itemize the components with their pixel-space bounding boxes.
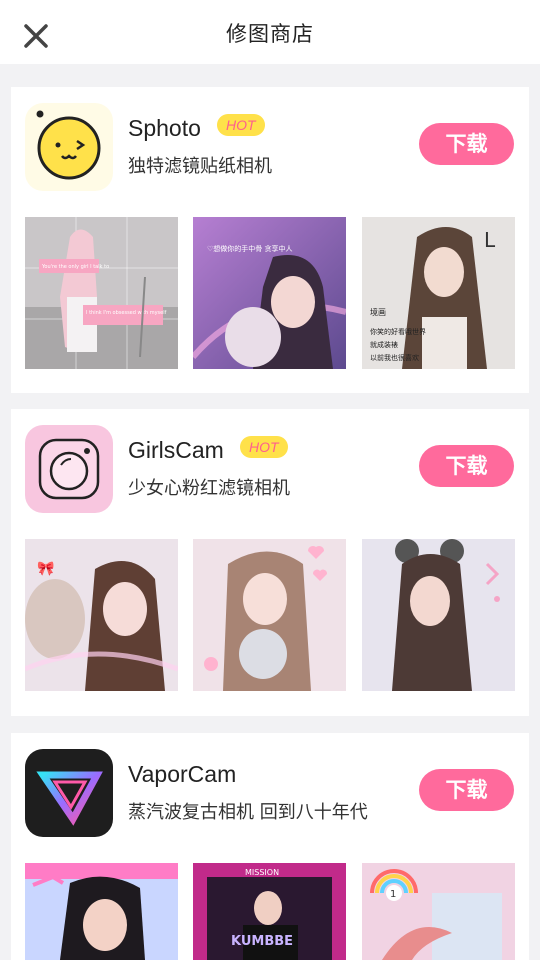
girlscam-app-icon [25,425,113,513]
app-card-girlscam[interactable]: GirlsCam HOT 少女心粉红滤镜相机 下载 🎀 [11,409,529,716]
app-description: 少女心粉红滤镜相机 [128,478,290,499]
thumb-caption: You're the only girl I talk to [41,264,109,270]
hot-badge: HOT [217,114,265,136]
thumb-caption: I think I'm obsessed with myself [86,310,167,316]
download-button[interactable]: 下载 [419,123,514,165]
app-name: Sphoto [128,115,201,141]
thumb-caption: ♡想做你的手中骨 贪享中人 [207,244,293,253]
app-description: 蒸汽波复古相机 回到八十年代 [128,802,368,823]
thumb-caption: MISSION [245,868,279,877]
app-description: 独特滤镜贴纸相机 [128,156,272,177]
app-card-sphoto[interactable]: Sphoto HOT 独特滤镜贴纸相机 下载 You're the only g… [11,87,529,393]
app-name: GirlsCam [128,437,224,463]
preview-image[interactable] [362,539,515,691]
hot-badge: HOT [240,436,288,458]
preview-image[interactable]: ♡想做你的手中骨 贪享中人 [193,217,346,369]
preview-image[interactable] [193,539,346,691]
top-bar: 修图商店 [0,0,540,64]
thumb-caption: 境画 [370,307,386,317]
thumb-caption: 1 [390,889,396,900]
vaporcam-app-icon [25,749,113,837]
app-name: VaporCam [128,761,237,787]
thumb-caption: 以前我也很喜欢 [370,353,419,362]
thumb-caption: 就成装裱 [370,340,398,349]
preview-image[interactable]: L 境画 你笑的好看哦世界 就成装裱 以前我也很喜欢 [362,217,515,369]
preview-images: MISSION KUMBBE 1 [25,863,515,960]
preview-image[interactable]: MISSION KUMBBE [193,863,346,960]
svg-text:🎀: 🎀 [37,561,54,577]
sphoto-app-icon [25,103,113,191]
download-button[interactable]: 下载 [419,769,514,811]
app-card-vaporcam[interactable]: VaporCam 蒸汽波复古相机 回到八十年代 下载 MISSION KUMBB… [11,733,529,960]
preview-image[interactable] [25,863,178,960]
svg-text:L: L [484,228,496,252]
page-title: 修图商店 [226,22,314,46]
preview-images: You're the only girl I talk to I think I… [25,217,515,369]
download-button[interactable]: 下载 [419,445,514,487]
preview-images: 🎀 [25,539,515,691]
thumb-caption: 你笑的好看哦世界 [370,327,426,336]
thumb-caption: KUMBBE [231,934,293,949]
preview-image[interactable]: You're the only girl I talk to I think I… [25,217,178,369]
preview-image[interactable]: 1 [362,863,515,960]
preview-image[interactable]: 🎀 [25,539,178,691]
